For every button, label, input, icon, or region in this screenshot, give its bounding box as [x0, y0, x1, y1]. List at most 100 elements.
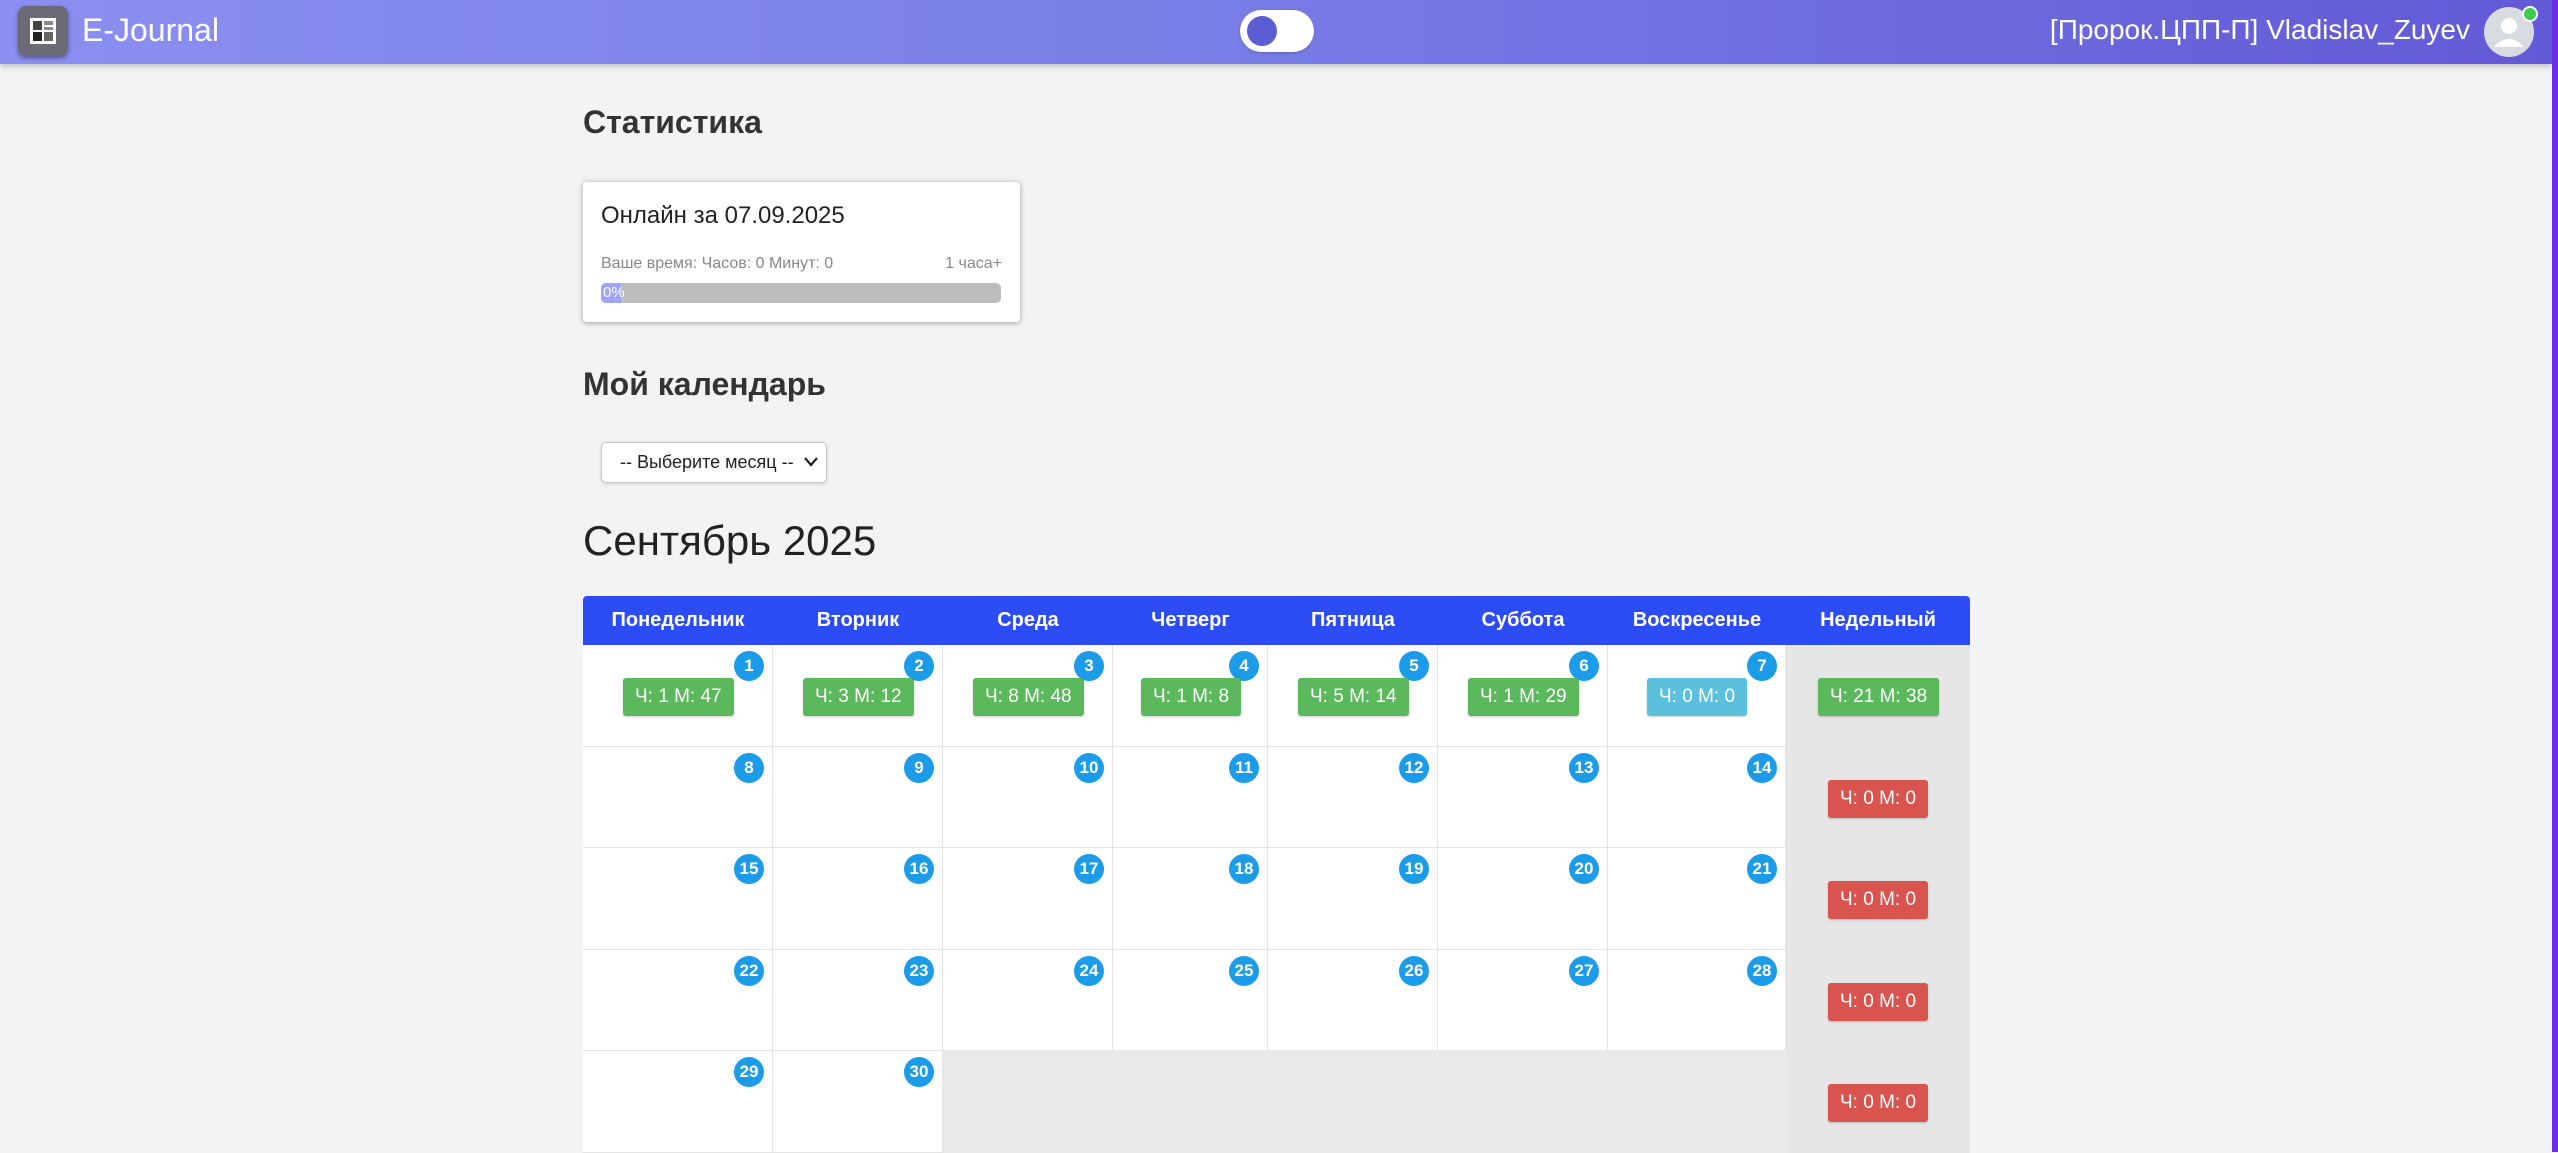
- theme-toggle[interactable]: [1240, 10, 1314, 52]
- toggle-knob: [1247, 16, 1277, 46]
- weekly-total-cell: Ч: 0 М: 0: [1786, 746, 1970, 848]
- calendar-day-cell[interactable]: 15: [583, 848, 773, 950]
- calendar-day-cell[interactable]: 12: [1268, 746, 1438, 848]
- day-time-tag: Ч: 1 М: 29: [1468, 678, 1579, 716]
- day-number-badge: 14: [1747, 752, 1777, 783]
- calendar-header: Понедельник Вторник Среда Четверг Пятница Суб…: [583, 596, 1970, 645]
- day-number-badge: 8: [734, 752, 764, 783]
- weekday-header: Среда: [997, 609, 1059, 631]
- calendar-day-cell[interactable]: 7 Ч: 0 М: 0: [1608, 645, 1786, 747]
- day-number-badge: 3: [1074, 651, 1104, 681]
- day-number-badge: 26: [1399, 955, 1429, 986]
- weekday-header: Недельный: [1820, 609, 1936, 631]
- weekly-total-tag: Ч: 0 М: 0: [1828, 1084, 1929, 1122]
- calendar-day-cell[interactable]: 30: [773, 1051, 943, 1153]
- day-number-badge: 28: [1747, 955, 1777, 986]
- time-spent-label: Ваше время: Часов: 0 Минут: 0: [601, 255, 834, 272]
- calendar-empty-cell: [1113, 1051, 1268, 1153]
- calendar-day-cell[interactable]: 23: [773, 949, 943, 1051]
- calendar-day-cell[interactable]: 13: [1438, 746, 1608, 848]
- day-time-tag: Ч: 0 М: 0: [1647, 678, 1748, 716]
- online-progress-bar: 0%: [601, 283, 1001, 303]
- calendar-day-cell[interactable]: 1 Ч: 1 М: 47: [583, 645, 773, 747]
- month-select[interactable]: -- Выберите месяц --: [601, 442, 827, 483]
- day-number-badge: 22: [734, 955, 764, 986]
- calendar-day-cell[interactable]: 24: [943, 949, 1113, 1051]
- day-number-badge: 15: [734, 854, 764, 884]
- calendar-empty-cell: [1438, 1051, 1608, 1153]
- calendar-heading: Мой календарь: [583, 366, 826, 402]
- journal-logo-icon[interactable]: [18, 6, 68, 56]
- day-number-badge: 1: [734, 651, 764, 681]
- weekly-total-tag: Ч: 0 М: 0: [1828, 779, 1929, 818]
- online-card-title: Онлайн за 07.09.2025: [601, 202, 845, 229]
- calendar-day-cell[interactable]: 6 Ч: 1 М: 29: [1438, 645, 1608, 747]
- day-time-tag: Ч: 8 М: 48: [973, 678, 1084, 716]
- day-number-badge: 23: [904, 955, 934, 986]
- online-status-icon: [2522, 6, 2538, 22]
- calendar-day-cell[interactable]: 16: [773, 848, 943, 950]
- day-time-tag: Ч: 1 М: 8: [1141, 678, 1242, 716]
- calendar-day-cell[interactable]: 11: [1113, 746, 1268, 848]
- day-number-badge: 27: [1569, 955, 1599, 986]
- scrollbar-edge: [2552, 0, 2558, 1152]
- weekday-header: Четверг: [1151, 609, 1230, 631]
- day-number-badge: 19: [1399, 854, 1429, 884]
- calendar-day-cell[interactable]: 3 Ч: 8 М: 48: [943, 645, 1113, 747]
- weekday-header: Суббота: [1481, 609, 1565, 631]
- calendar-day-cell[interactable]: 22: [583, 949, 773, 1051]
- user-name[interactable]: [Пророк.ЦПП-П] Vladislav_Zuyev: [2050, 14, 2470, 46]
- calendar-day-cell[interactable]: 5 Ч: 5 М: 14: [1268, 645, 1438, 747]
- day-number-badge: 12: [1399, 752, 1429, 783]
- calendar-grid: Понедельник Вторник Среда Четверг Пятница Суб…: [583, 596, 1970, 1153]
- app-title[interactable]: E-Journal: [82, 12, 219, 49]
- calendar-day-cell[interactable]: 4 Ч: 1 М: 8: [1113, 645, 1268, 747]
- day-number-badge: 25: [1229, 955, 1259, 986]
- day-number-badge: 24: [1074, 955, 1104, 986]
- day-number-badge: 5: [1399, 651, 1429, 681]
- calendar-empty-cell: [1268, 1051, 1438, 1153]
- calendar-day-cell[interactable]: 9: [773, 746, 943, 848]
- day-number-badge: 10: [1074, 752, 1104, 783]
- chevron-down-icon: [804, 457, 818, 467]
- day-time-tag: Ч: 3 М: 12: [803, 678, 914, 716]
- calendar-day-cell[interactable]: 2 Ч: 3 М: 12: [773, 645, 943, 747]
- calendar-day-cell[interactable]: 10: [943, 746, 1113, 848]
- top-navbar: E-Journal [Пророк.ЦПП-П] Vladislav_Zuyev: [0, 0, 2552, 64]
- calendar-day-cell[interactable]: 26: [1268, 949, 1438, 1051]
- calendar-day-cell[interactable]: 21: [1608, 848, 1786, 950]
- day-time-tag: Ч: 5 М: 14: [1298, 678, 1409, 716]
- weekday-header: Пятница: [1311, 609, 1395, 631]
- weekday-header: Понедельник: [611, 609, 745, 631]
- calendar-day-cell[interactable]: 19: [1268, 848, 1438, 950]
- stats-heading: Статистика: [583, 104, 762, 140]
- calendar-day-cell[interactable]: 8: [583, 746, 773, 848]
- calendar-day-cell[interactable]: 27: [1438, 949, 1608, 1051]
- weekly-total-tag: Ч: 0 М: 0: [1828, 982, 1929, 1021]
- weekly-total-cell: Ч: 21 М: 38: [1786, 645, 1970, 747]
- weekday-header: Вторник: [816, 609, 900, 631]
- calendar-day-cell[interactable]: 14: [1608, 746, 1786, 848]
- day-number-badge: 17: [1074, 854, 1104, 884]
- day-number-badge: 11: [1229, 752, 1259, 783]
- day-number-badge: 7: [1747, 651, 1777, 681]
- calendar-day-cell[interactable]: 18: [1113, 848, 1268, 950]
- month-select-value: -- Выберите месяц --: [620, 452, 794, 472]
- day-number-badge: 13: [1569, 752, 1599, 783]
- month-title: Сентябрь 2025: [583, 517, 877, 564]
- weekly-total-tag: Ч: 21 М: 38: [1818, 678, 1940, 716]
- weekday-header: Воскресенье: [1632, 609, 1762, 631]
- day-number-badge: 9: [904, 752, 934, 783]
- online-card: Онлайн за 07.09.2025 Ваше время: Часов: …: [583, 182, 1020, 322]
- weekly-total-cell: Ч: 0 М: 0: [1786, 949, 1970, 1051]
- day-number-badge: 4: [1229, 651, 1259, 681]
- calendar-day-cell[interactable]: 25: [1113, 949, 1268, 1051]
- calendar-day-cell[interactable]: 28: [1608, 949, 1786, 1051]
- calendar-day-cell[interactable]: 17: [943, 848, 1113, 950]
- calendar-day-cell[interactable]: 20: [1438, 848, 1608, 950]
- day-number-badge: 6: [1569, 651, 1599, 681]
- calendar-day-cell[interactable]: 29: [583, 1051, 773, 1153]
- weekly-total-tag: Ч: 0 М: 0: [1828, 881, 1929, 919]
- day-number-badge: 20: [1569, 854, 1599, 884]
- day-number-badge: 16: [904, 854, 934, 884]
